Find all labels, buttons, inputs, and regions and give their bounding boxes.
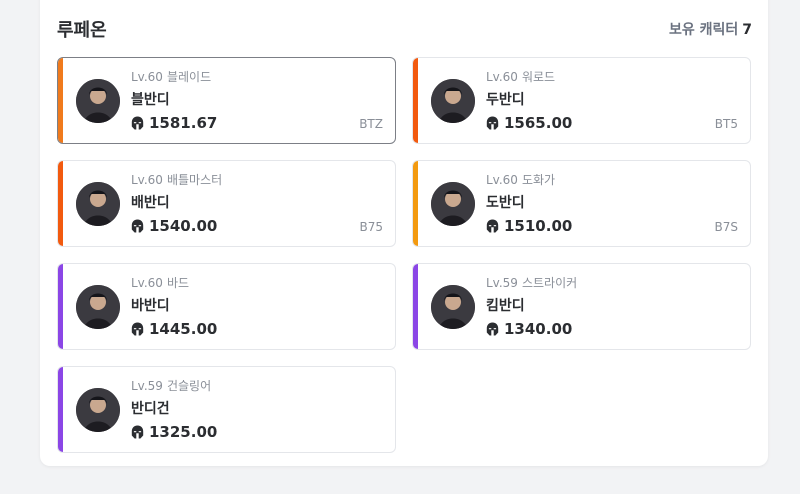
character-class: 스트라이커: [521, 276, 578, 290]
character-class: 바드: [166, 276, 190, 290]
item-level: 1325.00: [131, 423, 217, 441]
level-class-line: Lv.60 블레이드: [131, 68, 211, 85]
character-level: Lv.60: [486, 70, 518, 84]
character-name: 도반디: [486, 195, 525, 211]
character-class: 블레이드: [166, 70, 212, 84]
item-level-value: 1340.00: [504, 320, 573, 338]
character-tag: BT5: [714, 117, 738, 131]
character-card[interactable]: Lv.60 바드 바반디 1445.00: [57, 263, 396, 350]
class-color-bar: [413, 58, 418, 143]
item-level-value: 1325.00: [149, 423, 218, 441]
character-tag: B75: [359, 220, 383, 234]
character-grid: Lv.60블레이드 블반디 1581.67 BTZ Lv.60워로드 두반디: [57, 57, 751, 453]
level-class-line: Lv.60 바드: [131, 274, 189, 291]
character-class: 도화가: [521, 173, 556, 187]
character-name: 반디건: [131, 401, 170, 417]
character-class: 워로드: [521, 70, 556, 84]
class-color-bar: [58, 161, 63, 246]
character-tag: BTZ: [359, 117, 383, 131]
character-class: 건슬링어: [166, 379, 212, 393]
avatar: [431, 182, 475, 226]
character-card[interactable]: Lv.60 배틀마스터 배반디 1540.00 B75: [57, 160, 396, 247]
character-name: 배반디: [131, 195, 170, 211]
helmet-icon: [486, 322, 499, 336]
item-level: 1340.00: [486, 320, 572, 338]
class-color-bar: [58, 58, 63, 143]
character-card[interactable]: Lv.59 건슬링어 반디건 1325.00: [57, 366, 396, 453]
character-level: Lv.59: [486, 276, 518, 290]
character-level: Lv.60: [486, 173, 518, 187]
character-list-panel: 루페온 보유 캐릭터7 Lv.60블레이드 블반디 1581.67 BTZ: [40, 0, 768, 466]
level-class-line: Lv.59 건슬링어: [131, 377, 211, 394]
item-level: 1445.00: [131, 320, 217, 338]
character-level: Lv.60: [131, 276, 163, 290]
server-name: 루페온: [57, 20, 107, 41]
panel-header: 루페온 보유 캐릭터 7: [57, 16, 752, 42]
avatar: [76, 285, 120, 329]
avatar: [76, 388, 120, 432]
item-level: 1581.67: [131, 114, 217, 132]
item-level-value: 1581.67: [149, 114, 218, 132]
item-level-value: 1565.00: [504, 114, 573, 132]
avatar: [76, 79, 120, 123]
helmet-icon: [131, 116, 144, 130]
item-level: 1510.00: [486, 217, 572, 235]
character-name: 바반디: [131, 298, 170, 314]
character-name: 킴반디: [486, 298, 525, 314]
class-color-bar: [58, 367, 63, 452]
item-level-value: 1510.00: [504, 217, 573, 235]
item-level-value: 1445.00: [149, 320, 218, 338]
character-tag: B7S: [714, 220, 738, 234]
level-class-line: Lv.60 워로드: [486, 68, 555, 85]
character-class: 배틀마스터: [166, 173, 223, 187]
helmet-icon: [486, 219, 499, 233]
character-card[interactable]: Lv.60 도화가 도반디 1510.00 B7S: [412, 160, 751, 247]
item-level: 1540.00: [131, 217, 217, 235]
helmet-icon: [131, 219, 144, 233]
character-count: 보유 캐릭터 7: [669, 19, 752, 39]
avatar: [76, 182, 120, 226]
class-color-bar: [413, 264, 418, 349]
character-level: Lv.60: [131, 70, 163, 84]
class-color-bar: [413, 161, 418, 246]
helmet-icon: [486, 116, 499, 130]
character-level: Lv.60: [131, 173, 163, 187]
character-card[interactable]: Lv.59 스트라이커 킴반디 1340.00: [412, 263, 751, 350]
item-level: 1565.00: [486, 114, 572, 132]
class-color-bar: [58, 264, 63, 349]
level-class-line: Lv.60 배틀마스터: [131, 171, 222, 188]
character-card[interactable]: Lv.60 블레이드 블반디 1581.67 BTZ: [57, 57, 396, 144]
item-level-value: 1540.00: [149, 217, 218, 235]
level-class-line: Lv.59 스트라이커: [486, 274, 577, 291]
helmet-icon: [131, 425, 144, 439]
character-card[interactable]: Lv.60 워로드 두반디 1565.00 BT5: [412, 57, 751, 144]
character-name: 두반디: [486, 92, 525, 108]
character-name: 블반디: [131, 92, 170, 108]
character-count-value: 7: [742, 22, 752, 38]
avatar: [431, 79, 475, 123]
level-class-line: Lv.60 도화가: [486, 171, 555, 188]
character-level: Lv.59: [131, 379, 163, 393]
avatar: [431, 285, 475, 329]
character-count-label: 보유 캐릭터: [668, 22, 739, 38]
helmet-icon: [131, 322, 144, 336]
